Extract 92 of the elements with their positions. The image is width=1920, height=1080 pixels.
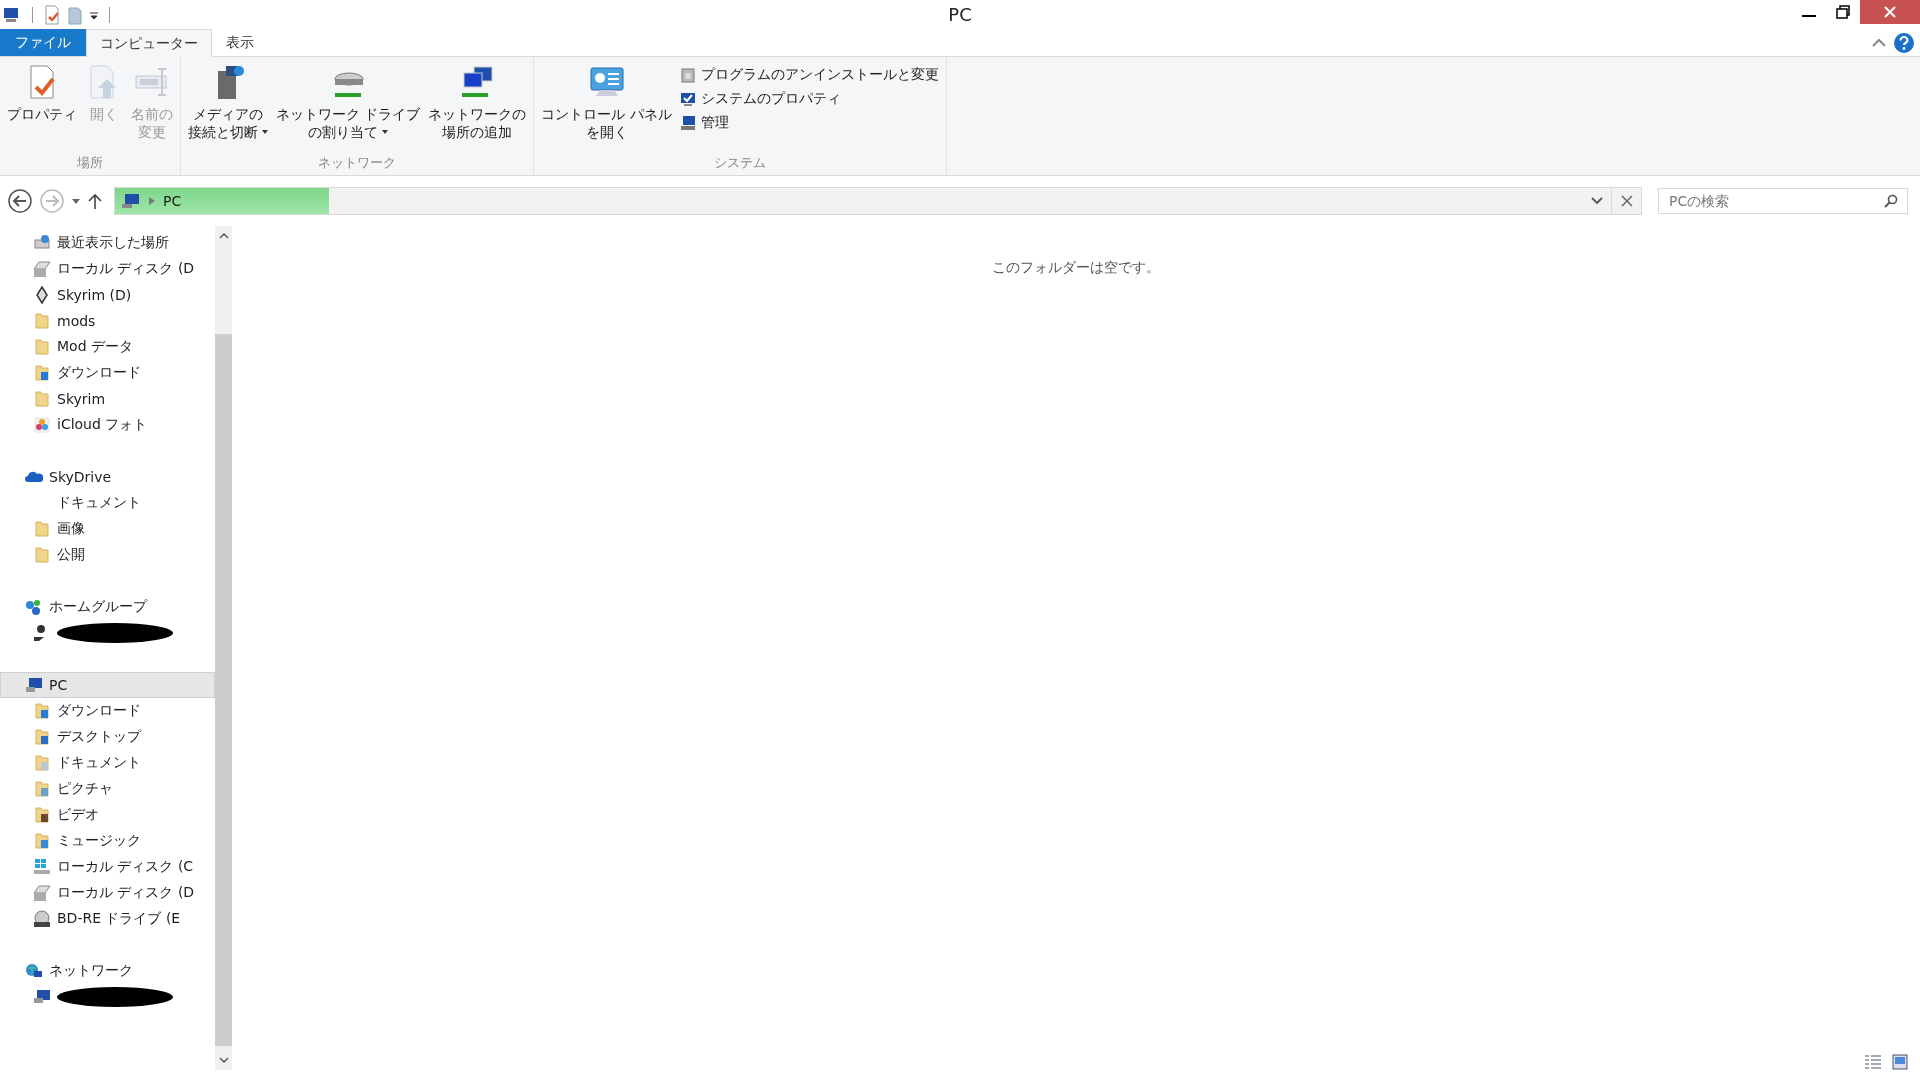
ribbon-button[interactable]: プログラムのアンインストールと変更 [675, 65, 943, 85]
homegroup-icon [25, 599, 43, 615]
close-icon [1884, 6, 1896, 18]
nav-item[interactable]: ローカル ディスク (D [0, 880, 215, 906]
folder-icon [33, 832, 51, 850]
document-check-icon[interactable] [43, 4, 61, 25]
window-title: PC [948, 4, 972, 25]
recent-places-icon [33, 234, 51, 252]
nav-item[interactable]: iCloud フォト [0, 412, 215, 438]
computer-icon [25, 677, 43, 693]
nav-item[interactable]: ネットワーク [0, 958, 215, 984]
ribbon-tab[interactable]: ファイル [0, 29, 86, 56]
dropdown-chevron-icon[interactable] [1591, 197, 1603, 205]
ribbon-group-label: ネットワーク [317, 154, 398, 172]
nav-item[interactable]: ピクチャ [0, 776, 215, 802]
folder-icon [33, 390, 51, 408]
ribbon-button[interactable]: ネットワークの 場所の追加 [424, 57, 531, 154]
empty-folder-message: このフォルダーは空です。 [992, 259, 1160, 277]
nav-item[interactable]: 公開 [0, 542, 215, 568]
scroll-up-icon[interactable] [218, 232, 229, 240]
search-icon[interactable] [1884, 194, 1898, 208]
computer-management-icon [679, 115, 696, 131]
globe-network-icon [25, 963, 43, 979]
folder-icon [33, 728, 51, 746]
folder-icon [33, 806, 51, 824]
collapse-ribbon-icon[interactable] [1872, 37, 1886, 48]
folder-icon [33, 780, 51, 798]
nav-item[interactable]: Skyrim [0, 386, 215, 412]
computer-icon [121, 193, 141, 209]
ribbon-button[interactable]: ネットワーク ドライブ の割り当て [272, 57, 425, 154]
recent-locations-icon[interactable] [72, 198, 80, 204]
nav-item[interactable]: 画像 [0, 516, 215, 542]
computer-icon [33, 988, 51, 1006]
close-button[interactable] [1860, 0, 1920, 24]
emblem-icon [33, 286, 51, 304]
scrollbar-thumb[interactable] [215, 334, 232, 1046]
ribbon-button[interactable]: システムのプロパティ [675, 89, 943, 109]
windows-drive-icon [33, 858, 51, 876]
nav-item[interactable]: Skyrim (D) [0, 282, 215, 308]
address-path: PC [163, 193, 182, 209]
search-field[interactable]: PCの検索 [1658, 188, 1908, 214]
breadcrumb-arrow-icon [149, 197, 155, 205]
flower-icon [33, 416, 51, 434]
help-icon[interactable] [1894, 32, 1914, 53]
dropdown-caret-icon [262, 130, 268, 134]
nav-item[interactable]: ローカル ディスク (C [0, 854, 215, 880]
dropdown-caret-icon [382, 130, 389, 134]
nav-item[interactable]: ダウンロード [0, 698, 215, 724]
back-button[interactable] [8, 189, 32, 213]
folder-icon [33, 546, 51, 564]
folder-icon [33, 312, 51, 330]
nav-item[interactable]: 最近表示した場所 [0, 230, 215, 256]
folder-icon [33, 364, 51, 382]
folder-icon [33, 702, 51, 720]
monitor-check-icon [679, 91, 696, 107]
ribbon-button[interactable]: プロパティ [3, 57, 81, 154]
scroll-down-icon[interactable] [218, 1056, 229, 1064]
disk-drive-icon [33, 884, 51, 902]
ribbon-button[interactable]: コントロール パネル を開く [537, 57, 676, 154]
cloud-icon [25, 469, 43, 485]
folder-icon [33, 754, 51, 772]
restore-icon [1836, 5, 1850, 19]
nav-item[interactable]: Mod データ [0, 334, 215, 360]
optical-drive-icon [33, 910, 51, 928]
ribbon-button[interactable]: 管理 [675, 113, 943, 133]
ribbon-button[interactable]: メディアの 接続と切断 [184, 57, 272, 154]
program-box-icon [679, 67, 696, 83]
up-arrow-icon[interactable] [88, 193, 102, 209]
address-bar[interactable]: PC [114, 187, 1642, 215]
disk-drive-icon [33, 260, 51, 278]
nav-item[interactable]: ローカル ディスク (D [0, 256, 215, 282]
nav-item[interactable]: BD-RE ドライブ (E [0, 906, 215, 932]
minimize-icon [1802, 15, 1816, 17]
folder-icon [33, 338, 51, 356]
nav-item[interactable]: ミュージック [0, 828, 215, 854]
nav-item[interactable]: デスクトップ [0, 724, 215, 750]
nav-item[interactable]: SkyDrive [0, 464, 215, 490]
nav-item[interactable]: ビデオ [0, 802, 215, 828]
nav-item[interactable]: ダウンロード [0, 360, 215, 386]
nav-item[interactable]: PC [0, 672, 215, 698]
scrollbar[interactable] [215, 226, 232, 1070]
nav-item[interactable]: ホームグループ [0, 594, 215, 620]
nav-item[interactable]: ドキュメント [0, 490, 215, 516]
large-icons-view-icon[interactable] [1892, 1054, 1908, 1070]
close-icon [1620, 195, 1633, 207]
ribbon-tab[interactable]: コンピューター [86, 29, 212, 57]
ribbon-group-label: 場所 [76, 154, 104, 172]
folder-icon [33, 520, 51, 538]
dropdown-icon[interactable] [89, 9, 99, 20]
ribbon-group-label: システム [713, 154, 768, 172]
nav-item[interactable]: ドキュメント [0, 750, 215, 776]
nav-item[interactable]: mods [0, 308, 215, 334]
